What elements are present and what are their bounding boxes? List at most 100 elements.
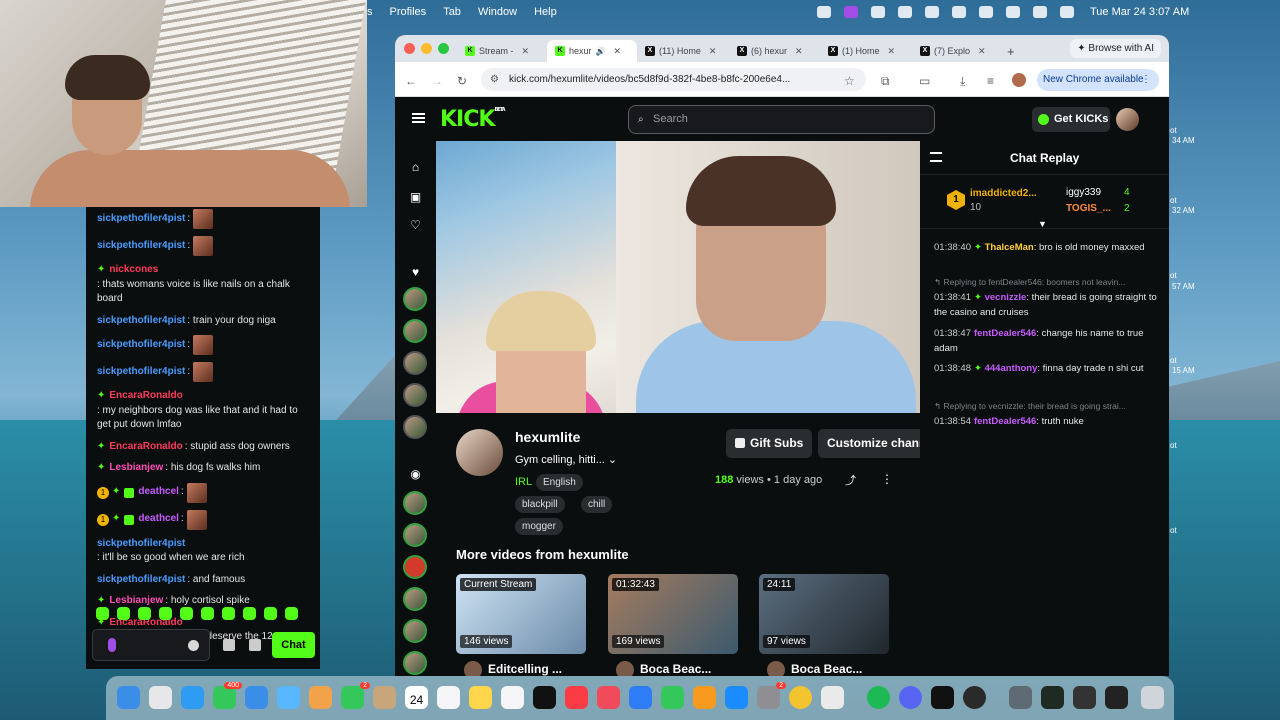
tab-hexumlite[interactable]: Khexur 🔊 ✕: [547, 40, 637, 62]
user-avatar[interactable]: [1116, 108, 1139, 131]
browse-icon[interactable]: ▣: [409, 191, 422, 204]
video-card[interactable]: 01:32:43 169 views: [608, 574, 738, 654]
download-icon[interactable]: ⤓: [960, 74, 965, 89]
more-icon[interactable]: ⋮: [1141, 69, 1151, 91]
video-card[interactable]: 24:11 97 views: [759, 574, 889, 654]
tab-stream[interactable]: K Stream - ✕: [465, 40, 529, 62]
discord-icon[interactable]: [899, 686, 922, 709]
new-chrome-available-button[interactable]: New Chrome available ⋮: [1037, 69, 1159, 91]
leader-username[interactable]: TOGIS_...: [1066, 203, 1111, 214]
search-icon[interactable]: [1006, 6, 1020, 18]
channel-name[interactable]: hexumlite: [515, 429, 580, 445]
chat-username[interactable]: fentDealer546: [974, 328, 1036, 339]
recent-window-thumbnail[interactable]: [1105, 686, 1128, 709]
finder-icon[interactable]: [117, 686, 140, 709]
maps-icon[interactable]: [277, 686, 300, 709]
capcut-icon[interactable]: [931, 686, 954, 709]
siri-icon[interactable]: [1033, 6, 1047, 18]
channel-avatar[interactable]: [456, 429, 503, 476]
play-icon[interactable]: [871, 6, 885, 18]
obs-icon[interactable]: [963, 686, 986, 709]
tag-item[interactable]: chill: [581, 496, 613, 513]
followed-channel-avatar[interactable]: [403, 351, 427, 375]
chat-username[interactable]: deathcel: [138, 485, 179, 500]
messages-icon[interactable]: 400: [213, 682, 242, 709]
tab-x-explore[interactable]: X (7) Explo ✕: [920, 40, 986, 62]
menu-item[interactable]: s: [367, 6, 373, 18]
collapse-chat-icon[interactable]: [930, 152, 942, 162]
live-icon[interactable]: ◉: [409, 468, 422, 481]
recommended-channel-avatar[interactable]: [403, 587, 427, 611]
moon-icon[interactable]: [898, 6, 912, 18]
followed-channel-avatar[interactable]: [403, 319, 427, 343]
tag-language[interactable]: English: [536, 474, 583, 491]
chat-username[interactable]: 444anthony: [985, 363, 1038, 374]
trash-icon[interactable]: [1141, 686, 1164, 709]
chat-input[interactable]: [92, 629, 210, 661]
recommended-channel-avatar[interactable]: [403, 619, 427, 643]
control-center-icon[interactable]: [1060, 6, 1074, 18]
chat-username[interactable]: EncaraRonaldo: [109, 440, 182, 455]
home-icon[interactable]: ⌂: [409, 161, 422, 174]
tab-x-home[interactable]: X (11) Home ✕: [645, 40, 716, 62]
contacts-icon[interactable]: [373, 686, 396, 709]
chat-username[interactable]: sickpethofiler4pist: [97, 314, 185, 329]
preview-icon[interactable]: [821, 686, 844, 709]
favorites-heart-icon[interactable]: ♥: [409, 266, 422, 279]
followed-channel-avatar[interactable]: [403, 383, 427, 407]
close-window-button[interactable]: [404, 43, 415, 54]
extensions-icon[interactable]: ⧉: [881, 74, 890, 89]
menu-profiles[interactable]: Profiles: [390, 6, 427, 18]
emoji-icon[interactable]: [188, 640, 199, 651]
chat-username[interactable]: sickpethofiler4pist: [97, 537, 185, 552]
pages-icon[interactable]: [693, 686, 716, 709]
kick-logo[interactable]: KICKBETA: [440, 107, 506, 132]
launchpad-icon[interactable]: [149, 686, 172, 709]
gift-subs-button[interactable]: Gift Subs: [726, 429, 812, 458]
chat-username[interactable]: sickpethofiler4pist: [97, 239, 185, 254]
video-card-title[interactable]: Boca Beac...: [616, 661, 711, 676]
recommended-channel-avatar[interactable]: [403, 651, 427, 675]
expand-leaderboard-icon[interactable]: ▼: [1038, 219, 1047, 229]
share-icon[interactable]: ⤴: [845, 472, 856, 488]
gear-icon[interactable]: [249, 639, 261, 651]
video-player[interactable]: [436, 141, 920, 413]
reminders-icon[interactable]: [437, 686, 460, 709]
video-card[interactable]: Current Stream 146 views: [456, 574, 586, 654]
keynote-icon[interactable]: [629, 686, 652, 709]
tag-item[interactable]: mogger: [515, 518, 563, 535]
control-icon[interactable]: [817, 6, 831, 18]
microphone-icon[interactable]: [108, 638, 116, 652]
chat-username[interactable]: sickpethofiler4pist: [97, 365, 185, 380]
leader-username[interactable]: imaddicted2...: [970, 188, 1037, 199]
menu-icon[interactable]: [412, 113, 425, 123]
facetime-icon[interactable]: 2: [341, 682, 370, 709]
apple-tv-icon[interactable]: [533, 686, 556, 709]
notes-icon[interactable]: [469, 686, 492, 709]
followed-channel-avatar[interactable]: [403, 287, 427, 311]
safari-icon[interactable]: [181, 686, 204, 709]
browse-with-ai-button[interactable]: ✦ Browse with AI: [1070, 39, 1161, 58]
app-store-icon[interactable]: [725, 686, 748, 709]
freeform-icon[interactable]: [501, 686, 524, 709]
bookmark-star-icon[interactable]: ☆: [844, 74, 855, 88]
mail-icon[interactable]: [245, 686, 268, 709]
chat-username[interactable]: nickcones: [109, 263, 158, 278]
chat-username[interactable]: vecnizzle: [985, 292, 1027, 303]
chat-username[interactable]: sickpethofiler4pist: [97, 338, 185, 353]
media-icon[interactable]: ≡: [987, 74, 994, 88]
chat-username[interactable]: sickpethofiler4pist: [97, 212, 185, 227]
recommended-channel-avatar[interactable]: [403, 523, 427, 547]
chat-username[interactable]: deathcel: [138, 512, 179, 527]
menu-help[interactable]: Help: [534, 6, 557, 18]
news-icon[interactable]: [597, 686, 620, 709]
cast-icon[interactable]: ▭: [919, 74, 930, 88]
chat-username[interactable]: EncaraRonaldo: [109, 389, 182, 404]
reload-icon[interactable]: ↻: [457, 74, 467, 88]
address-bar[interactable]: ⚙ kick.com/hexumlite/videos/bc5d8f9d-382…: [481, 68, 866, 91]
zoom-window-button[interactable]: [438, 43, 449, 54]
back-icon[interactable]: ←: [405, 74, 417, 88]
menu-window[interactable]: Window: [478, 6, 517, 18]
minimize-window-button[interactable]: [421, 43, 432, 54]
leader-username[interactable]: iggy339: [1066, 187, 1101, 198]
